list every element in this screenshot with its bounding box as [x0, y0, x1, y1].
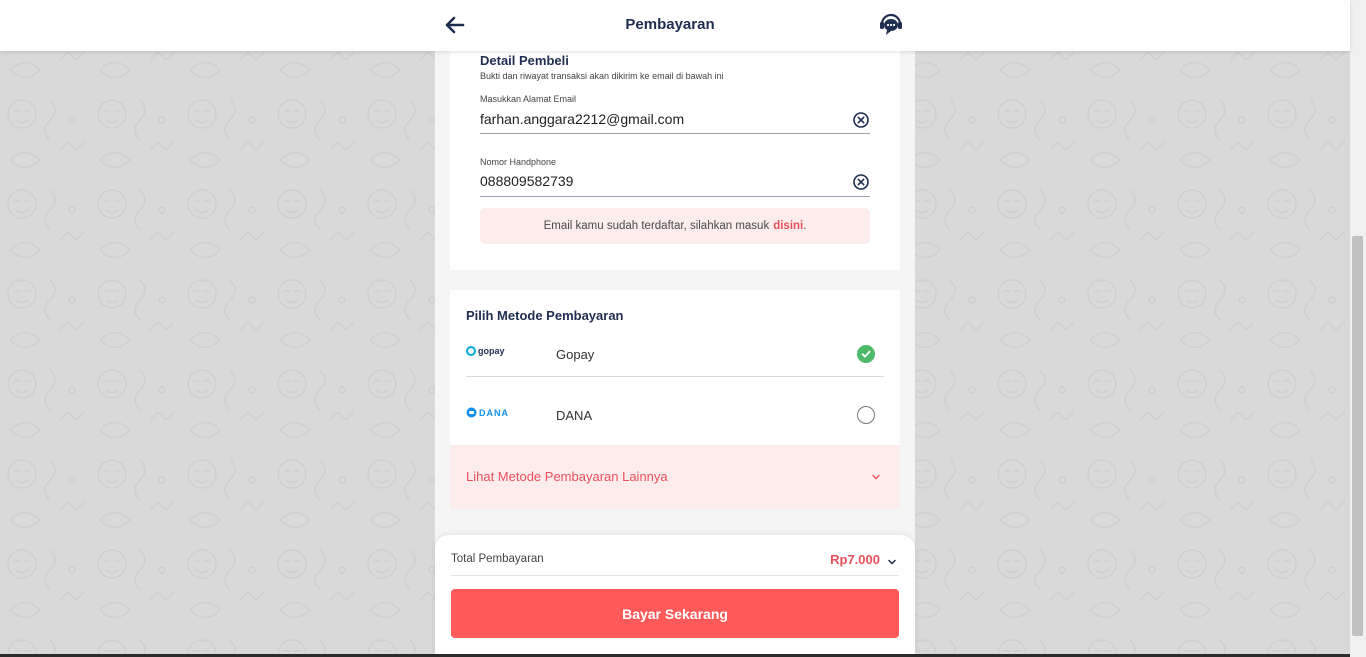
email-underline: [480, 133, 870, 134]
more-payment-methods-label: Lihat Metode Pembayaran Lainnya: [466, 469, 668, 484]
total-value: Rp7.000: [830, 552, 880, 567]
payment-divider: [466, 376, 884, 377]
gopay-icon: [466, 346, 476, 356]
total-divider: [451, 575, 899, 576]
scrollbar-thumb[interactable]: [1352, 236, 1363, 636]
payment-method-title: Pilih Metode Pembayaran: [466, 308, 624, 323]
dana-name: DANA: [556, 408, 593, 423]
close-circle-icon: [853, 174, 869, 190]
email-field[interactable]: [480, 110, 840, 128]
top-bar: Pembayaran: [0, 0, 1350, 51]
dana-radio[interactable]: [857, 406, 875, 424]
dana-logo-text: DANA: [479, 407, 509, 418]
page-title: Pembayaran: [625, 16, 715, 33]
chat-support-icon: [880, 13, 902, 35]
gopay-name: Gopay: [556, 347, 595, 362]
login-link[interactable]: disini: [773, 220, 803, 232]
email-clear-button[interactable]: [852, 111, 870, 129]
phone-underline: [480, 196, 870, 197]
phone-clear-button[interactable]: [852, 173, 870, 191]
email-registered-alert: Email kamu sudah terdaftar, silahkan mas…: [480, 208, 870, 244]
phone-label: Nomor Handphone: [480, 157, 557, 167]
close-circle-icon: [853, 112, 869, 128]
buyer-details-title: Detail Pembeli: [480, 53, 569, 68]
alert-end: .: [803, 220, 807, 232]
back-button[interactable]: [444, 14, 466, 36]
support-button[interactable]: [878, 12, 904, 38]
alert-text: Email kamu sudah terdaftar, silahkan mas…: [543, 220, 770, 232]
payment-option-dana[interactable]: DANA DANA: [466, 395, 884, 437]
chevron-down-icon: [888, 559, 896, 565]
dana-icon: [466, 407, 477, 418]
pay-now-button[interactable]: Bayar Sekarang: [451, 589, 899, 638]
arrow-left-icon: [445, 16, 465, 34]
gopay-logo: gopay: [466, 346, 505, 356]
dana-logo: DANA: [466, 407, 509, 418]
more-payment-methods-button[interactable]: Lihat Metode Pembayaran Lainnya: [450, 445, 900, 509]
total-label: Total Pembayaran: [451, 553, 544, 565]
phone-field[interactable]: [480, 172, 840, 190]
check-icon: [861, 350, 871, 358]
payment-option-gopay[interactable]: gopay Gopay: [466, 334, 884, 376]
gopay-logo-text: gopay: [478, 346, 505, 356]
chevron-down-icon: [872, 474, 880, 480]
gopay-selected-check[interactable]: [857, 345, 875, 363]
total-expand-button[interactable]: [886, 555, 898, 567]
buyer-details-note: Bukti dan riwayat transaksi akan dikirim…: [480, 71, 724, 81]
email-label: Masukkan Alamat Email: [480, 94, 577, 104]
